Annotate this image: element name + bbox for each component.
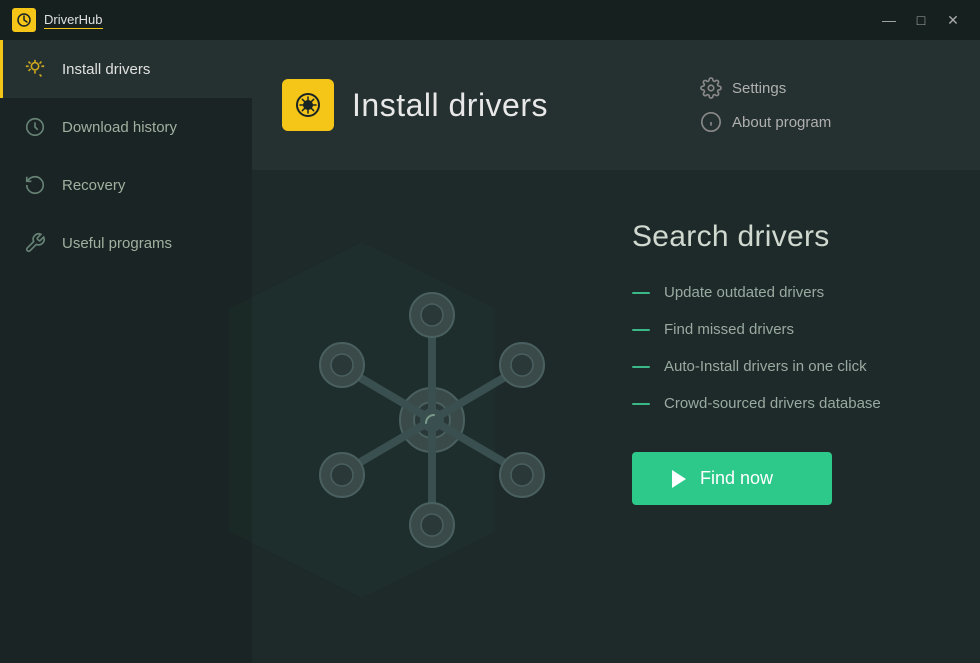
app-logo bbox=[12, 8, 36, 32]
page-title: Install drivers bbox=[352, 87, 548, 124]
sidebar-item-download-history[interactable]: Download history bbox=[0, 98, 252, 156]
search-section: Search drivers Update outdated drivers F… bbox=[632, 220, 920, 505]
sidebar-item-recovery[interactable]: Recovery bbox=[0, 156, 252, 214]
sidebar-item-download-history-label: Download history bbox=[62, 119, 177, 136]
feature-label-1: Update outdated drivers bbox=[664, 284, 824, 301]
header-icon-wrapper bbox=[282, 79, 334, 131]
feature-item-1: Update outdated drivers bbox=[632, 284, 920, 301]
titlebar: DriverHub — □ ✕ bbox=[0, 0, 980, 40]
header-driverhub-icon bbox=[292, 89, 324, 121]
right-panel: Install drivers Settings About program bbox=[252, 40, 980, 663]
feature-dash-4 bbox=[632, 403, 650, 405]
content-header: Install drivers Settings About program bbox=[252, 40, 980, 170]
about-label: About program bbox=[732, 114, 831, 131]
feature-item-2: Find missed drivers bbox=[632, 321, 920, 338]
about-link[interactable]: About program bbox=[700, 111, 831, 133]
install-drivers-icon bbox=[24, 58, 46, 80]
feature-dash-1 bbox=[632, 292, 650, 294]
content-area: Search drivers Update outdated drivers F… bbox=[252, 170, 980, 663]
feature-label-3: Auto-Install drivers in one click bbox=[664, 358, 867, 375]
find-now-button[interactable]: Find now bbox=[632, 452, 832, 505]
feature-dash-2 bbox=[632, 329, 650, 331]
download-history-icon bbox=[24, 116, 46, 138]
recovery-icon bbox=[24, 174, 46, 196]
window-controls: — □ ✕ bbox=[874, 7, 968, 33]
useful-programs-icon bbox=[24, 232, 46, 254]
feature-label-2: Find missed drivers bbox=[664, 321, 794, 338]
sidebar-item-useful-programs-label: Useful programs bbox=[62, 235, 172, 252]
top-right-actions: Settings About program bbox=[660, 40, 980, 170]
feature-item-4: Crowd-sourced drivers database bbox=[632, 395, 920, 412]
sidebar-item-install-drivers[interactable]: Install drivers bbox=[0, 40, 252, 98]
close-button[interactable]: ✕ bbox=[938, 7, 968, 33]
play-icon bbox=[672, 470, 686, 488]
settings-icon bbox=[700, 77, 722, 99]
search-title: Search drivers bbox=[632, 220, 920, 254]
feature-list: Update outdated drivers Find missed driv… bbox=[632, 284, 920, 412]
gear-cluster bbox=[282, 250, 582, 590]
feature-item-3: Auto-Install drivers in one click bbox=[632, 358, 920, 375]
feature-label-4: Crowd-sourced drivers database bbox=[664, 395, 881, 412]
titlebar-left: DriverHub bbox=[12, 8, 103, 32]
settings-link[interactable]: Settings bbox=[700, 77, 786, 99]
minimize-button[interactable]: — bbox=[874, 7, 904, 33]
app-title: DriverHub bbox=[44, 12, 103, 29]
feature-dash-3 bbox=[632, 366, 650, 368]
sidebar-item-recovery-label: Recovery bbox=[62, 177, 125, 194]
maximize-button[interactable]: □ bbox=[906, 7, 936, 33]
info-icon bbox=[700, 111, 722, 133]
main-layout: Install drivers Download history Recover… bbox=[0, 40, 980, 663]
settings-label: Settings bbox=[732, 80, 786, 97]
find-now-label: Find now bbox=[700, 468, 773, 489]
sidebar-item-install-drivers-label: Install drivers bbox=[62, 61, 150, 78]
